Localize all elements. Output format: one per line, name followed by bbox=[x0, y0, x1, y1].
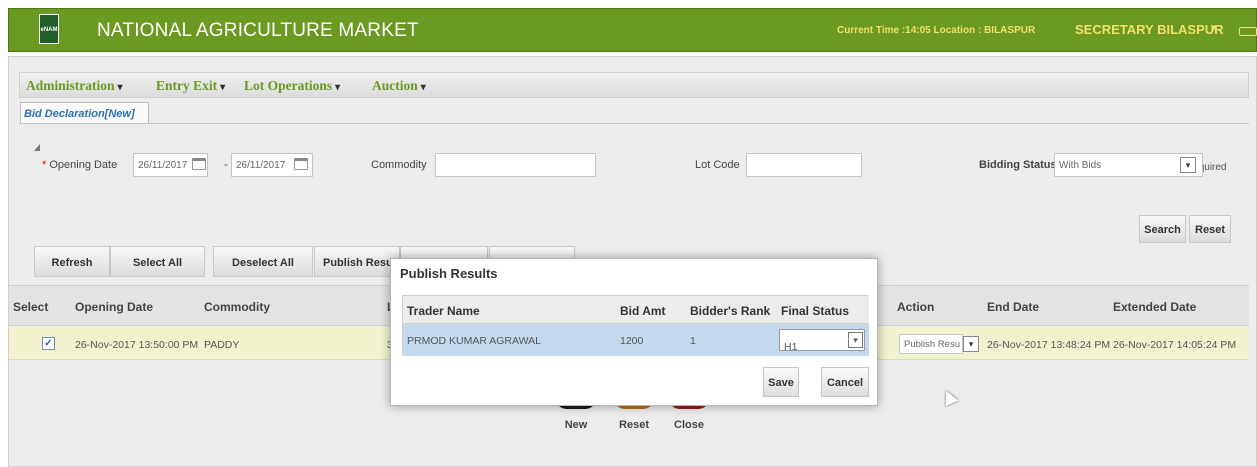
col-bid-amt: Bid Amt bbox=[620, 304, 666, 318]
cell-bidders-rank: 1 bbox=[690, 335, 696, 347]
new-button-label: New bbox=[564, 419, 588, 431]
cell-commodity: PADDY bbox=[204, 339, 240, 351]
refresh-button[interactable]: Refresh bbox=[34, 246, 110, 277]
col-extended-date[interactable]: Extended Date bbox=[1113, 300, 1196, 314]
commodity-input[interactable] bbox=[435, 153, 596, 177]
deselect-all-button[interactable]: Deselect All bbox=[213, 246, 313, 277]
reset-button-label: Reset bbox=[619, 419, 649, 431]
col-trader-name: Trader Name bbox=[407, 304, 480, 318]
close-button-label: Close bbox=[674, 419, 704, 431]
cancel-button[interactable]: Cancel bbox=[821, 367, 869, 397]
menu-administration[interactable]: Administration ▾ bbox=[26, 78, 123, 94]
opening-date-label: * Opening Date bbox=[42, 159, 118, 171]
final-status-value: H1 bbox=[784, 341, 798, 353]
col-select[interactable]: Select bbox=[13, 300, 48, 314]
results-table-header: Trader Name Bid Amt Bidder's Rank Final … bbox=[403, 296, 869, 324]
chevron-down-icon: ▾ bbox=[117, 82, 123, 93]
chevron-down-icon[interactable]: ▾ bbox=[1180, 157, 1196, 173]
menu-entry-exit[interactable]: Entry Exit ▾ bbox=[156, 78, 225, 94]
col-final-status: Final Status bbox=[781, 304, 850, 318]
chevron-down-icon: ▾ bbox=[335, 82, 341, 93]
main-menubar: Administration ▾ Entry Exit ▾ Lot Operatio… bbox=[19, 72, 1249, 98]
final-status-select[interactable]: H1 ▾ bbox=[779, 329, 865, 353]
chevron-down-icon: ▾ bbox=[420, 82, 426, 93]
date-separator: - bbox=[224, 159, 228, 171]
chevron-down-icon: ▾ bbox=[220, 82, 226, 93]
save-button[interactable]: Save bbox=[763, 367, 799, 397]
bidding-status-label: Bidding Status bbox=[979, 159, 1057, 171]
cell-end-date: 26-Nov-2017 13:48:24 PM bbox=[987, 339, 1111, 351]
search-button[interactable]: Search bbox=[1139, 215, 1186, 243]
tab-bid-declaration[interactable]: Bid Declaration[New] bbox=[20, 102, 149, 124]
app-title: NATIONAL AGRICULTURE MARKET bbox=[97, 20, 419, 41]
row-select-checkbox[interactable]: ✓ bbox=[42, 337, 55, 350]
cell-extended-date: 26-Nov-2017 14:05:24 PM bbox=[1113, 339, 1237, 351]
col-action[interactable]: Action bbox=[897, 300, 934, 314]
chevron-down-icon[interactable]: ▾ bbox=[848, 332, 863, 348]
publish-results-button[interactable]: Publish Resul bbox=[314, 246, 400, 277]
select-all-button[interactable]: Select All bbox=[110, 246, 205, 277]
publish-results-dialog: Publish Results Trader Name Bid Amt Bidd… bbox=[390, 258, 878, 406]
col-end-date[interactable]: End Date bbox=[987, 300, 1039, 314]
collapse-toggle-icon[interactable] bbox=[34, 144, 40, 151]
cell-opening-date: 26-Nov-2017 13:50:00 PM bbox=[75, 339, 199, 351]
lot-code-label: Lot Code bbox=[695, 159, 740, 171]
col-bidders-rank: Bidder's Rank bbox=[690, 304, 771, 318]
table-row[interactable]: PRMOD KUMAR AGRAWAL 1200 1 H1 ▾ bbox=[403, 324, 869, 356]
calendar-icon[interactable] bbox=[294, 158, 308, 170]
menu-lot-operations[interactable]: Lot Operations ▾ bbox=[244, 78, 340, 94]
dialog-title: Publish Results bbox=[400, 266, 498, 281]
col-commodity[interactable]: Commodity bbox=[204, 300, 270, 314]
cell-trader-name: PRMOD KUMAR AGRAWAL bbox=[407, 335, 541, 347]
tab-divider bbox=[19, 123, 1249, 124]
action-select[interactable]: Publish Resu bbox=[899, 334, 963, 354]
chevron-down-icon[interactable]: ▾ bbox=[963, 336, 979, 352]
reset-filter-button[interactable]: Reset bbox=[1189, 215, 1231, 243]
menu-auction[interactable]: Auction ▾ bbox=[372, 78, 426, 94]
user-menu[interactable]: SECRETARY BILASPUR bbox=[1075, 22, 1224, 37]
results-table: Trader Name Bid Amt Bidder's Rank Final … bbox=[402, 295, 869, 356]
user-menu-caret-icon[interactable]: ▾ bbox=[1211, 23, 1216, 34]
top-header-bar: eNAM NATIONAL AGRICULTURE MARKET Current… bbox=[8, 8, 1257, 52]
col-opening-date[interactable]: Opening Date bbox=[75, 300, 153, 314]
keyboard-icon[interactable] bbox=[1239, 27, 1257, 36]
commodity-label: Commodity bbox=[371, 159, 427, 171]
calendar-icon[interactable] bbox=[192, 158, 206, 170]
enam-logo: eNAM bbox=[39, 14, 59, 44]
cell-bid-amt: 1200 bbox=[620, 335, 644, 347]
lot-code-input[interactable] bbox=[746, 153, 862, 177]
time-location-text: Current Time :14:05 Location : BILASPUR bbox=[837, 25, 1036, 36]
